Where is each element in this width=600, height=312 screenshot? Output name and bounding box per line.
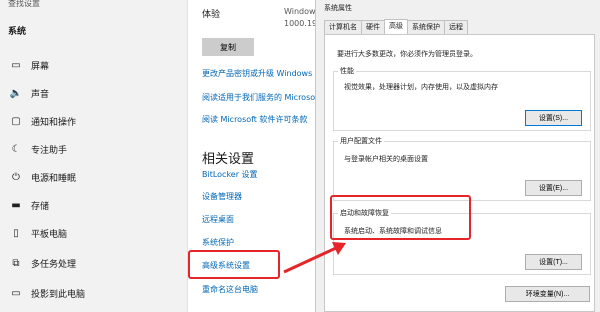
sidebar-item-sound[interactable]: 🔈 声音: [0, 80, 188, 106]
tab-computer-name[interactable]: 计算机名: [324, 20, 362, 34]
sidebar-item-project[interactable]: ▭ 投影到此电脑: [0, 280, 188, 306]
performance-description: 视觉效果，处理器计划，内存使用，以及虚拟内存: [344, 83, 498, 91]
startup-recovery-settings-button[interactable]: 设置(T)...: [525, 254, 582, 270]
sidebar-item-label: 多任务处理: [31, 259, 77, 270]
license-terms-link[interactable]: 阅读 Microsoft 软件许可条款: [202, 114, 308, 125]
sidebar-item-tablet[interactable]: ▯ 平板电脑: [0, 220, 188, 246]
user-profile-group-title: 用户配置文件: [338, 136, 384, 146]
notification-icon: ▢: [11, 115, 21, 127]
speaker-icon: 🔈: [9, 87, 23, 99]
storage-icon: ▬: [11, 199, 21, 211]
highlight-box-startup-recovery: [330, 195, 471, 240]
system-protection-link[interactable]: 系统保护: [202, 237, 234, 248]
sidebar-item-storage[interactable]: ▬ 存储: [0, 192, 188, 218]
tab-hardware[interactable]: 硬件: [361, 20, 385, 34]
sidebar-item-notifications[interactable]: ▢ 通知和操作: [0, 108, 188, 134]
sidebar-item-label: 声音: [31, 89, 50, 100]
nav-search-hint[interactable]: 查找设置: [8, 0, 180, 10]
services-agreement-link[interactable]: 阅读适用于我们服务的 Microso: [202, 92, 315, 103]
nav-section-title: 系统: [8, 27, 27, 37]
remote-desktop-link[interactable]: 远程桌面: [202, 214, 234, 225]
environment-variables-button[interactable]: 环境变量(N)...: [505, 286, 590, 302]
sidebar-item-display[interactable]: ▭ 屏幕: [0, 52, 188, 78]
device-manager-link[interactable]: 设备管理器: [202, 191, 242, 202]
tab-system-protection[interactable]: 系统保护: [407, 20, 445, 34]
admin-note: 要进行大多数更改，你必须作为管理员登录。: [337, 50, 477, 58]
user-profile-group: 用户配置文件 与登录帐户相关的桌面设置 设置(E)...: [333, 136, 591, 201]
sidebar-item-label: 投影到此电脑: [31, 289, 86, 300]
performance-group-title: 性能: [338, 66, 356, 76]
sidebar-item-focus-assist[interactable]: ☾ 专注助手: [0, 136, 188, 162]
rename-pc-link[interactable]: 重命名这台电脑: [202, 284, 258, 295]
system-properties-dialog: 系统属性 计算机名 硬件 高级 系统保护 远程 要进行大多数更改，你必须作为管理…: [315, 0, 600, 312]
sidebar-item-label: 电源和睡眠: [31, 173, 77, 184]
dialog-title: 系统属性: [324, 4, 352, 12]
sidebar-item-label: 存储: [31, 201, 50, 212]
performance-group: 性能 视觉效果，处理器计划，内存使用，以及虚拟内存 设置(S)...: [333, 66, 591, 131]
copy-button[interactable]: 复制: [202, 38, 254, 56]
sidebar-item-power[interactable]: ⏻ 电源和睡眠: [0, 164, 188, 190]
monitor-icon: ▭: [11, 59, 21, 71]
project-icon: ▭: [11, 287, 21, 299]
red-arrow-icon: [283, 242, 346, 274]
settings-nav: 查找设置 系统 ▭ 屏幕 🔈 声音 ▢ 通知和操作 ☾ 专注助手 ⏻ 电源和睡眠…: [0, 0, 188, 312]
highlight-box-advanced-settings: [188, 250, 280, 279]
performance-settings-button[interactable]: 设置(S)...: [525, 110, 582, 126]
tab-advanced[interactable]: 高级: [384, 19, 408, 35]
multitask-icon: ⧉: [12, 257, 20, 269]
experience-label: 体验: [202, 10, 221, 20]
user-profile-settings-button[interactable]: 设置(E)...: [525, 180, 582, 196]
sidebar-item-label: 屏幕: [31, 61, 50, 72]
advanced-tab-page: 要进行大多数更改，你必须作为管理员登录。 性能 视觉效果，处理器计划，内存使用，…: [324, 34, 595, 312]
tab-remote[interactable]: 远程: [444, 20, 468, 34]
sidebar-item-label: 专注助手: [31, 145, 68, 156]
power-icon: ⏻: [12, 171, 20, 183]
change-product-key-link[interactable]: 更改产品密钥或升级 Windows: [202, 68, 312, 79]
user-profile-description: 与登录帐户相关的桌面设置: [344, 155, 428, 163]
tablet-icon: ▯: [13, 227, 19, 239]
sidebar-item-label: 平板电脑: [31, 229, 68, 240]
dialog-tabs: 计算机名 硬件 高级 系统保护 远程: [324, 19, 468, 35]
moon-icon: ☾: [11, 143, 21, 155]
bitlocker-settings-link[interactable]: BitLocker 设置: [202, 169, 258, 180]
related-settings-title: 相关设置: [202, 152, 255, 167]
sidebar-item-label: 通知和操作: [31, 117, 77, 128]
sidebar-item-multitasking[interactable]: ⧉ 多任务处理: [0, 250, 188, 276]
